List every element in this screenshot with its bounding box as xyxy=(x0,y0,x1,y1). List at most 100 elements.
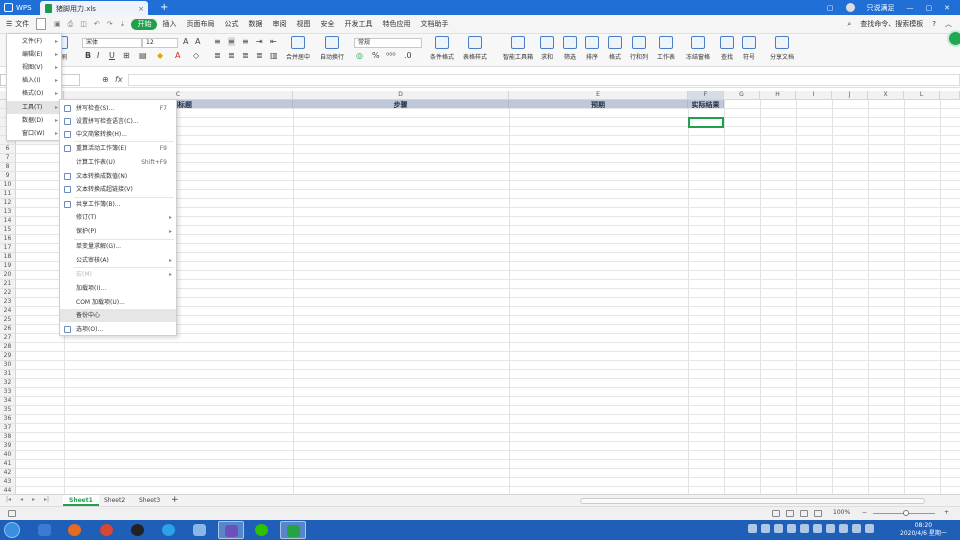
sheet-tab-1[interactable]: Sheet1 xyxy=(63,495,99,506)
align-top-icon[interactable]: ≡ xyxy=(214,37,221,46)
sheet-tab-3[interactable]: Sheet3 xyxy=(133,495,166,506)
tray-icon[interactable] xyxy=(865,524,874,533)
col-header-h[interactable]: H xyxy=(760,91,796,100)
normal-view-icon[interactable] xyxy=(772,510,780,517)
filter-button[interactable]: 筛选 xyxy=(563,36,577,61)
status-icon[interactable] xyxy=(8,510,16,517)
close-tab-icon[interactable]: × xyxy=(138,5,144,13)
customize-icon[interactable]: ⇣ xyxy=(120,20,126,29)
menu-goal-seek[interactable]: 单变量求解(G)... xyxy=(60,240,176,253)
assistant-bubble-icon[interactable] xyxy=(947,30,960,47)
percent-icon[interactable]: % xyxy=(372,51,380,60)
freeze-panes-button[interactable]: 冻结窗格 xyxy=(686,36,710,61)
tab-view[interactable]: 视图 xyxy=(291,15,315,34)
tab-review[interactable]: 审阅 xyxy=(267,15,291,34)
row-header[interactable]: 6 xyxy=(0,145,16,154)
close-window-button[interactable]: ✕ xyxy=(944,4,950,12)
col-header-e[interactable]: E xyxy=(509,91,688,100)
preview-icon[interactable]: ◫ xyxy=(80,20,87,29)
row-header[interactable]: 16 xyxy=(0,235,16,244)
fx-icon[interactable]: fx xyxy=(115,75,123,84)
align-left-icon[interactable]: ≣ xyxy=(214,51,221,60)
align-bottom-icon[interactable]: ≡ xyxy=(242,37,249,46)
clear-icon[interactable]: ◇ xyxy=(193,51,199,60)
row-header[interactable]: 41 xyxy=(0,460,16,469)
row-header[interactable]: 28 xyxy=(0,343,16,352)
row-header[interactable]: 27 xyxy=(0,334,16,343)
taskbar-app-qq[interactable] xyxy=(125,521,151,539)
decrease-font-icon[interactable]: A xyxy=(195,37,200,46)
print-icon[interactable]: ⎙ xyxy=(68,20,74,29)
tab-page-layout[interactable]: 页面布局 xyxy=(181,15,219,34)
align-center-icon[interactable]: ≣ xyxy=(228,51,235,60)
zoom-out-icon[interactable]: − xyxy=(862,509,867,516)
align-middle-icon[interactable]: ≡ xyxy=(228,37,235,46)
menu-file[interactable]: 文件(F) ▸ xyxy=(7,35,61,48)
conditional-format-button[interactable]: 条件格式 xyxy=(430,36,454,61)
user-name[interactable]: 只说满足 xyxy=(867,3,895,13)
menu-data[interactable]: 数据(D) ▸ xyxy=(7,114,61,127)
col-header-d[interactable]: D xyxy=(293,91,509,100)
last-sheet-icon[interactable]: ▸| xyxy=(44,496,49,503)
number-format-select[interactable]: 常规 xyxy=(354,38,422,48)
network-icon[interactable] xyxy=(826,524,835,533)
menu-options[interactable]: 选项(O)... xyxy=(60,323,176,336)
font-name-select[interactable]: 宋体 xyxy=(82,38,142,48)
row-header[interactable]: 10 xyxy=(0,181,16,190)
border-icon[interactable]: ⊞ xyxy=(123,51,130,60)
symbol-button[interactable]: 符号 xyxy=(742,36,756,61)
file-menu-button[interactable]: ☰ 文件 xyxy=(0,19,36,29)
sort-button[interactable]: 排序 xyxy=(585,36,599,61)
row-header[interactable]: 31 xyxy=(0,370,16,379)
taskbar-app-vs[interactable] xyxy=(218,521,244,539)
underline-icon[interactable]: U xyxy=(109,51,115,60)
first-sheet-icon[interactable]: |◂ xyxy=(6,496,11,503)
undo-icon[interactable]: ↶ xyxy=(94,20,100,29)
merge-center-button[interactable]: 合并居中 xyxy=(286,36,310,61)
cell-style-icon[interactable]: ▤ xyxy=(139,51,147,60)
bold-icon[interactable]: B xyxy=(85,51,91,60)
increase-font-icon[interactable]: A xyxy=(183,37,188,46)
tray-icon[interactable] xyxy=(761,524,770,533)
zoom-slider-handle[interactable] xyxy=(903,510,909,516)
row-header[interactable]: 8 xyxy=(0,163,16,172)
col-header-l[interactable]: L xyxy=(904,91,940,100)
taskbar-app-ie[interactable] xyxy=(156,521,182,539)
tab-data[interactable]: 数据 xyxy=(243,15,267,34)
menu-view[interactable]: 视图(V) ▸ xyxy=(7,61,61,74)
tray-icon[interactable] xyxy=(774,524,783,533)
row-header[interactable]: 26 xyxy=(0,325,16,334)
tab-security[interactable]: 安全 xyxy=(315,15,339,34)
menu-share-workbook[interactable]: 共享工作簿(B)... xyxy=(60,198,176,211)
row-header[interactable]: 20 xyxy=(0,271,16,280)
menu-text-to-number[interactable]: 文本转换成数值(N) xyxy=(60,170,176,183)
maximize-button[interactable]: ▢ xyxy=(926,4,933,12)
sheet-tab-2[interactable]: Sheet2 xyxy=(98,495,131,506)
row-header[interactable]: 14 xyxy=(0,217,16,226)
search-icon[interactable]: ⌕ xyxy=(847,20,851,29)
row-header[interactable]: 7 xyxy=(0,154,16,163)
menu-edit[interactable]: 编辑(E) ▸ xyxy=(7,48,61,61)
sum-button[interactable]: 求和 xyxy=(540,36,554,61)
menu-tools[interactable]: 工具(T) ▸ xyxy=(7,101,61,114)
reading-mode-icon[interactable] xyxy=(814,510,822,517)
selected-cell[interactable] xyxy=(688,117,724,128)
row-header[interactable]: 42 xyxy=(0,469,16,478)
row-header[interactable]: 12 xyxy=(0,199,16,208)
menu-insert[interactable]: 插入(I) ▸ xyxy=(7,74,61,87)
menu-backup-center[interactable]: 备份中心 xyxy=(60,309,176,322)
col-header-f[interactable]: F xyxy=(688,91,724,100)
tray-icon[interactable] xyxy=(787,524,796,533)
menu-window[interactable]: 窗口(W) ▸ xyxy=(7,127,61,140)
row-header[interactable]: 24 xyxy=(0,307,16,316)
row-header[interactable]: 15 xyxy=(0,226,16,235)
avatar[interactable] xyxy=(845,3,855,12)
row-header[interactable]: 34 xyxy=(0,397,16,406)
zoom-level[interactable]: 100% xyxy=(833,509,850,516)
window-icon[interactable]: ▢ xyxy=(827,4,834,12)
input-method-icon[interactable] xyxy=(748,524,757,533)
row-header[interactable]: 29 xyxy=(0,352,16,361)
font-color-icon[interactable]: A xyxy=(175,51,180,60)
wps-app-button[interactable]: WPS xyxy=(0,0,40,15)
menu-text-to-link[interactable]: 文本转换成超链接(V) xyxy=(60,183,176,196)
